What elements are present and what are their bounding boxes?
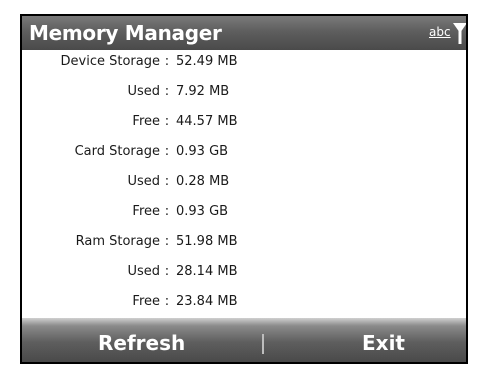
memory-value: 28.14 MB [176,264,238,279]
signal-strength-icon [453,23,466,44]
memory-separator: : [164,174,170,189]
app-window: Memory Manager abc Device Storage : 52.4… [20,14,468,364]
memory-separator: : [164,114,170,129]
memory-value: 23.84 MB [176,294,238,309]
memory-row-card-storage: Card Storage : 0.93 GB [22,140,466,164]
memory-label: Used [127,174,160,189]
softkey-bar: Refresh Exit [22,318,466,362]
title-bar: Memory Manager abc [22,16,466,50]
memory-separator: : [164,264,170,279]
refresh-softkey[interactable]: Refresh [98,330,185,356]
memory-label: Device Storage [60,54,160,69]
memory-row-ram-used: Used : 28.14 MB [22,260,466,284]
memory-separator: : [164,204,170,219]
memory-label: Used [127,84,160,99]
memory-label: Free [132,294,160,309]
memory-separator: : [164,144,170,159]
memory-row-device-free: Free : 44.57 MB [22,110,466,134]
memory-value: 44.57 MB [176,114,238,129]
memory-info-list: Device Storage : 52.49 MB Used : 7.92 MB… [22,50,466,318]
memory-row-device-storage: Device Storage : 52.49 MB [22,50,466,74]
memory-value: 0.28 MB [176,174,230,189]
memory-value: 0.93 GB [176,144,229,159]
memory-label: Free [132,204,160,219]
memory-value: 51.98 MB [176,234,238,249]
memory-label: Card Storage [74,144,160,159]
memory-value: 0.93 GB [176,204,229,219]
memory-value: 52.49 MB [176,54,238,69]
memory-separator: : [164,54,170,69]
window-title: Memory Manager [29,21,222,45]
memory-label: Free [132,114,160,129]
memory-row-device-used: Used : 7.92 MB [22,80,466,104]
memory-separator: : [164,234,170,249]
memory-row-card-free: Free : 0.93 GB [22,200,466,224]
memory-separator: : [164,84,170,99]
memory-label: Ram Storage [75,234,160,249]
memory-row-ram-free: Free : 23.84 MB [22,290,466,314]
memory-value: 7.92 MB [176,84,230,99]
exit-softkey[interactable]: Exit [362,330,405,356]
memory-separator: : [164,294,170,309]
memory-label: Used [127,264,160,279]
memory-row-card-used: Used : 0.28 MB [22,170,466,194]
memory-row-ram-storage: Ram Storage : 51.98 MB [22,230,466,254]
input-mode-indicator[interactable]: abc [429,24,451,40]
softkey-divider [262,334,264,354]
